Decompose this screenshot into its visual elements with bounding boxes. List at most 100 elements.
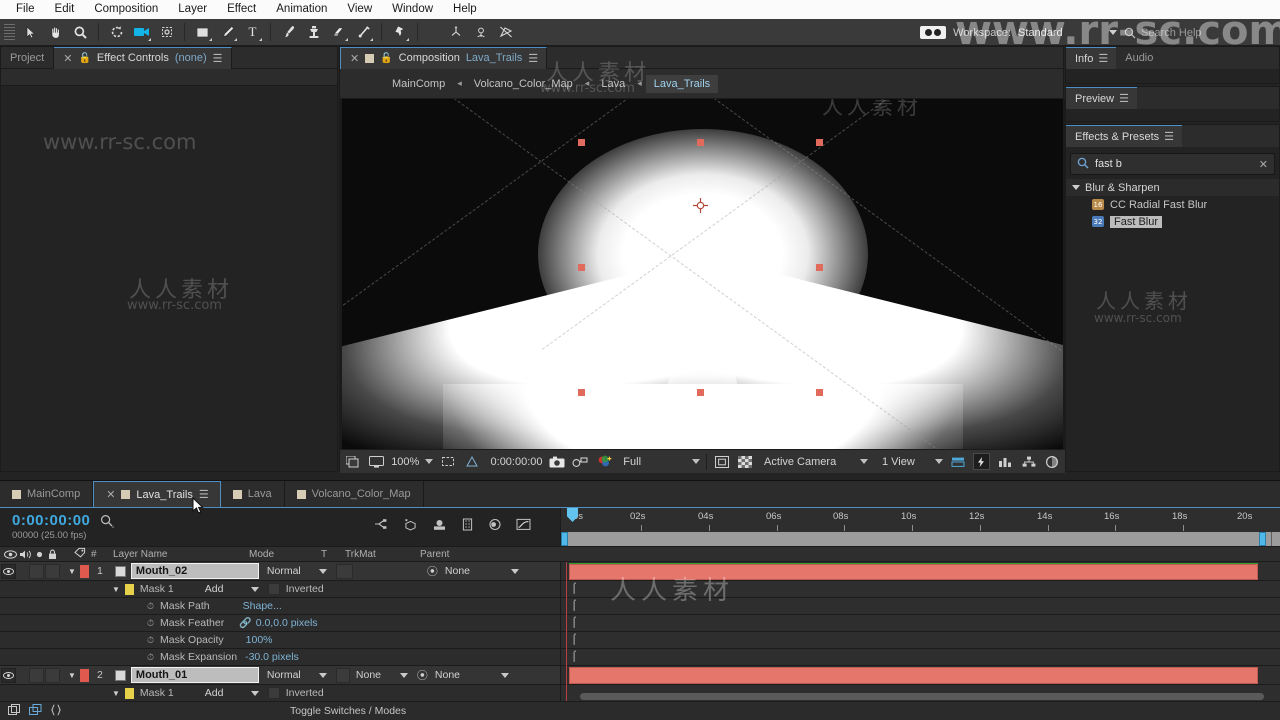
tab-preview[interactable]: Preview ☰ <box>1066 87 1137 109</box>
anchor-point-icon[interactable] <box>693 198 708 213</box>
close-icon[interactable]: ✕ <box>63 52 72 65</box>
panel-menu-icon[interactable]: ☰ <box>199 488 209 501</box>
layer-duration-bar[interactable] <box>569 564 1258 580</box>
selection-handle-tr[interactable] <box>816 139 823 146</box>
toolbar-grip[interactable] <box>4 23 15 41</box>
layer-name-input[interactable]: Mouth_02 <box>130 563 259 579</box>
resolution-value[interactable]: Full <box>623 456 686 468</box>
property-track[interactable]: ⌠ <box>560 649 1280 665</box>
tab-project[interactable]: Project <box>1 46 55 69</box>
show-snapshot-icon[interactable] <box>572 453 590 470</box>
timeline-horizontal-scrollbar[interactable] <box>560 691 1280 701</box>
view-layout-chevron-down-icon[interactable] <box>934 459 943 464</box>
draft-3d-icon[interactable] <box>403 518 418 534</box>
tab-effects-presets[interactable]: Effects & Presets ☰ <box>1066 125 1183 147</box>
hide-shy-layers-icon[interactable] <box>432 518 447 534</box>
camera-chevron-down-icon[interactable] <box>860 459 868 464</box>
tab-composition[interactable]: ✕ 🔓 Composition Lava_Trails ☰ <box>340 46 548 69</box>
list-item[interactable]: ⏱ Mask Path Shape... ⌠ <box>0 598 1280 615</box>
property-value[interactable]: Shape... <box>243 600 282 612</box>
tab-effect-controls[interactable]: ✕ 🔓 Effect Controls (none) ☰ <box>54 46 232 69</box>
blend-mode-chevron-down-icon[interactable] <box>318 568 327 574</box>
always-preview-icon[interactable] <box>344 453 362 470</box>
layer-visibility-toggle[interactable] <box>1 563 16 579</box>
property-value[interactable]: -30.0 pixels <box>245 651 299 663</box>
column-header-mode[interactable]: Mode <box>244 549 316 560</box>
camera-view-value[interactable]: Active Camera <box>764 456 854 468</box>
audio-icon[interactable] <box>19 549 32 560</box>
work-area-start-handle[interactable] <box>561 532 568 546</box>
property-track[interactable]: ⌠ <box>560 632 1280 648</box>
resolution-chevron-down-icon[interactable] <box>691 459 700 464</box>
mask-color-swatch[interactable] <box>124 687 134 699</box>
lock-icon[interactable] <box>47 549 58 560</box>
selection-handle-tc[interactable] <box>697 139 704 146</box>
magnification-value[interactable]: 100% <box>391 456 419 468</box>
lock-icon[interactable]: 🔓 <box>78 53 90 64</box>
list-item[interactable]: ⏱ Mask Feather 🔗 0.0,0.0 pixels ⌠ <box>0 615 1280 632</box>
mask-keyframe-marker[interactable]: ⌠ <box>571 583 577 594</box>
enable-motion-blur-icon[interactable] <box>488 518 502 534</box>
panel-menu-icon[interactable]: ☰ <box>1164 130 1174 143</box>
menu-item-composition[interactable]: Composition <box>84 0 168 19</box>
layer-solo-toggle[interactable] <box>45 563 60 579</box>
timeline-tab-lava-trails[interactable]: ✕ Lava_Trails ☰ <box>93 481 221 507</box>
trkmat-chevron-down-icon[interactable] <box>399 672 408 678</box>
panel-menu-icon[interactable]: ☰ <box>213 52 223 65</box>
eye-icon[interactable] <box>4 549 17 560</box>
puppet-pin-tool-icon[interactable] <box>387 21 412 44</box>
breadcrumb-item-lava-trails[interactable]: Lava_Trails <box>645 74 719 93</box>
mask-color-swatch[interactable] <box>124 583 134 595</box>
selection-handle-bl[interactable] <box>578 389 585 396</box>
preserve-transparency-toggle[interactable] <box>335 667 350 683</box>
table-row[interactable]: ▼ 1 Mouth_02 Normal ⦿ None <box>0 562 1280 581</box>
mask-track[interactable]: ⌠ <box>560 581 1280 597</box>
pen-tool-icon[interactable] <box>215 21 240 44</box>
effects-search-input[interactable] <box>1095 158 1253 170</box>
rotation-tool-icon[interactable] <box>104 21 129 44</box>
effect-item-fast-blur[interactable]: 32 Fast Blur <box>1066 213 1279 230</box>
menu-item-edit[interactable]: Edit <box>45 0 85 19</box>
mask-name[interactable]: Mask 1 <box>140 687 174 699</box>
toggle-switches-modes-label[interactable]: Toggle Switches / Modes <box>290 705 406 717</box>
timeline-flowchart-icon[interactable] <box>996 453 1014 470</box>
menu-item-help[interactable]: Help <box>443 0 487 19</box>
menu-item-file[interactable]: File <box>6 0 45 19</box>
toggle-switches-icon[interactable] <box>8 703 21 719</box>
viewer-timecode[interactable]: 0:00:00:00 <box>491 456 543 468</box>
list-item[interactable]: ⏱ Mask Opacity 100% ⌠ <box>0 632 1280 649</box>
enable-frame-blending-icon[interactable] <box>461 518 474 534</box>
layer-audio-toggle[interactable] <box>29 563 44 579</box>
timeline-tab-volcano-color-map[interactable]: Volcano_Color_Map <box>285 481 424 507</box>
text-tool-icon[interactable]: T <box>240 21 265 44</box>
close-icon[interactable]: ✕ <box>106 488 115 501</box>
layer-label-color[interactable] <box>79 668 89 682</box>
workspace-chevron-down-icon[interactable] <box>1109 30 1117 35</box>
property-track[interactable]: ⌠ <box>560 598 1280 614</box>
property-value[interactable]: 100% <box>246 634 273 646</box>
layer-blend-mode[interactable]: Normal <box>267 565 319 577</box>
selection-handle-bc[interactable] <box>697 389 704 396</box>
panel-menu-icon[interactable]: ☰ <box>1098 52 1108 65</box>
work-area-end-handle[interactable] <box>1259 532 1266 546</box>
toggle-transparency-grid-icon[interactable] <box>736 453 754 470</box>
column-header-parent[interactable]: Parent <box>415 549 449 560</box>
brush-tool-icon[interactable] <box>276 21 301 44</box>
graph-editor-icon[interactable] <box>516 518 531 534</box>
help-search[interactable]: Search Help <box>1124 27 1274 39</box>
layer-track-1[interactable] <box>560 562 1280 580</box>
track-matte-value[interactable]: None <box>356 669 400 681</box>
camera-tool-icon[interactable] <box>129 21 154 44</box>
property-keyframe-marker[interactable]: ⌠ <box>571 617 577 628</box>
stopwatch-icon[interactable]: ⏱ <box>147 652 154 663</box>
world-axis-mode-icon[interactable] <box>468 21 493 44</box>
mask-name[interactable]: Mask 1 <box>140 583 174 595</box>
column-header-trkmat[interactable]: TrkMat <box>340 549 415 560</box>
tab-info[interactable]: Info ☰ <box>1066 47 1117 69</box>
selection-handle-ml[interactable] <box>578 264 585 271</box>
parent-chevron-down-icon[interactable] <box>500 672 509 678</box>
property-keyframe-marker[interactable]: ⌠ <box>571 600 577 611</box>
expand-layer-icon[interactable]: ▼ <box>68 567 76 576</box>
workspace-value[interactable]: Standard <box>1018 27 1102 39</box>
comp-flowchart-icon[interactable] <box>1020 453 1038 470</box>
